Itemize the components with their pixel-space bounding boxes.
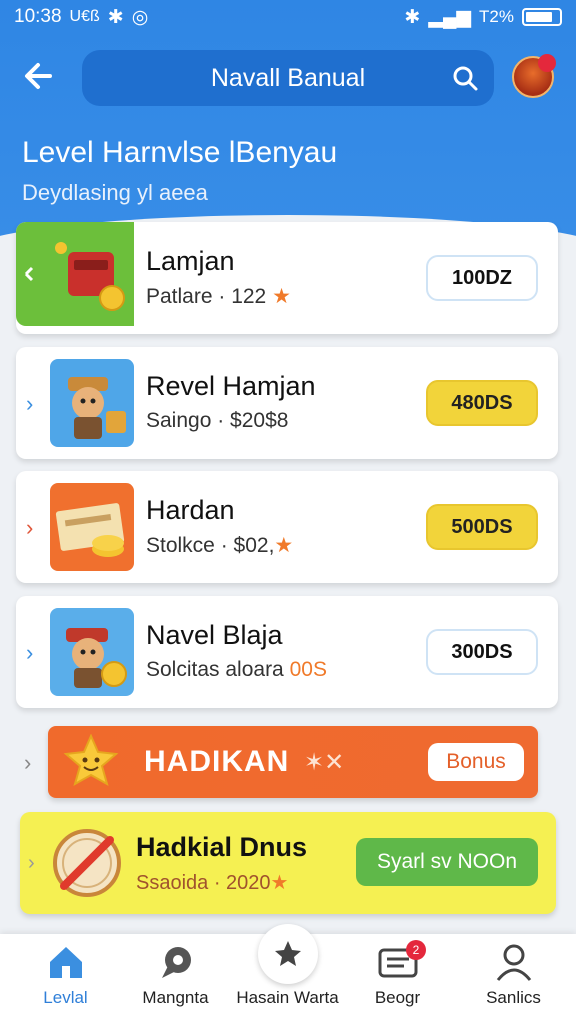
smiley-star-icon [63,734,119,787]
item-thumbnail [16,222,134,326]
chevron-right-icon: › [26,515,34,540]
item-thumbnail [50,483,134,571]
price-button[interactable]: 500DS [426,504,538,550]
status-time: 10:38 [14,6,62,27]
item-thumbnail [50,359,134,447]
chevron-right-icon: › [26,391,34,416]
item-meta: Solcitas aloara 00S [146,658,327,681]
nav-label: Mangnta [142,988,209,1007]
item-meta: Patlare · 122 ★ [146,285,291,308]
chevron-right-icon: › [28,852,35,874]
item-title: Revel Hamjan [146,371,316,401]
nav-label: Levlal [43,988,88,1007]
nav-item-inbox[interactable]: 2 Beogr [340,934,455,1024]
battery-icon [522,8,562,26]
list-item[interactable]: Lamjan Patlare · 122 ★ 100DZ [16,222,558,334]
notification-badge: 2 [406,940,426,960]
list-item[interactable]: › Revel Hamjan Saingo · $20$8 480DS [16,347,558,459]
chat-icon [162,947,191,978]
page-subtitle: Deydlasing yl aeea [22,180,208,205]
list-item[interactable]: › Navel Blaja Solcitas aloara 00S 300DS [16,596,558,708]
item-thumbnail [50,608,134,696]
price-button[interactable]: 300DS [426,629,538,675]
search-bar-label: Navall Banual [210,63,366,92]
nav-label: Sanlics [486,988,541,1007]
wifi-icon: ◎ [131,6,149,28]
character-icon [68,377,126,439]
battery-percent: T2% [479,7,514,26]
banner-title: HADIKAN [144,745,290,778]
item-meta: Stolkce · $02,★ [146,534,294,557]
price-button[interactable]: 100DZ [426,255,538,301]
character-icon [66,628,127,688]
avatar-notification-dot [538,54,556,72]
nav-label: Hasain Warta [236,988,339,1007]
bonus-banner[interactable]: HADIKAN ✶✕ Bonus [48,726,538,798]
compass-no-icon [53,829,121,897]
banner-marks: ✶✕ [304,749,345,776]
nav-label: Beogr [374,988,421,1007]
bonus-button[interactable]: Bonus [428,743,524,781]
nav-item-profile[interactable]: Sanlics [456,934,571,1024]
start-button[interactable]: Syarl sv NOOn [356,838,538,886]
bluetooth-icon-right: ✱ [404,6,421,28]
chevron-right-icon: › [24,750,32,775]
star-icon [275,941,301,966]
promo-card[interactable]: › Hadkial Dnus Ssaoida · 2020★ Syarl sv … [20,812,556,914]
list-item[interactable]: › Hardan Stolkce · $02,★ 500DS [16,471,558,583]
status-left-text: U€ß [69,8,100,25]
page-title: Level Harnvlse lBenyau [22,136,338,169]
price-button[interactable]: 480DS [426,380,538,426]
promo-meta: Ssaoida · 2020★ [136,872,289,894]
app-header: Navall Banual [0,46,576,108]
item-meta: Saingo · $20$8 [146,409,289,432]
profile-icon [496,944,532,981]
item-title: Hardan [146,495,235,525]
item-title: Navel Blaja [146,620,283,650]
voucher-coins-icon [55,503,125,557]
bluetooth-icon: ✱ [107,6,124,28]
nav-item-level[interactable]: Levlal [8,934,123,1024]
signal-icon: ▂▄▆ [428,6,472,28]
mailbox-coin-icon [24,242,125,311]
item-title: Lamjan [146,246,235,276]
home-icon [50,947,82,978]
promo-title: Hadkial Dnus [136,832,308,862]
search-icon[interactable] [450,63,480,93]
avatar[interactable] [512,54,556,98]
favorites-fab[interactable] [258,924,318,984]
search-bar[interactable]: Navall Banual [82,50,494,106]
status-bar: 10:38 U€ß ✱ ◎ ✱ ▂▄▆ T2% [0,0,576,34]
back-arrow-icon[interactable] [20,56,60,96]
chevron-right-icon: › [26,640,34,665]
nav-item-messages[interactable]: Mangnta [118,934,233,1024]
